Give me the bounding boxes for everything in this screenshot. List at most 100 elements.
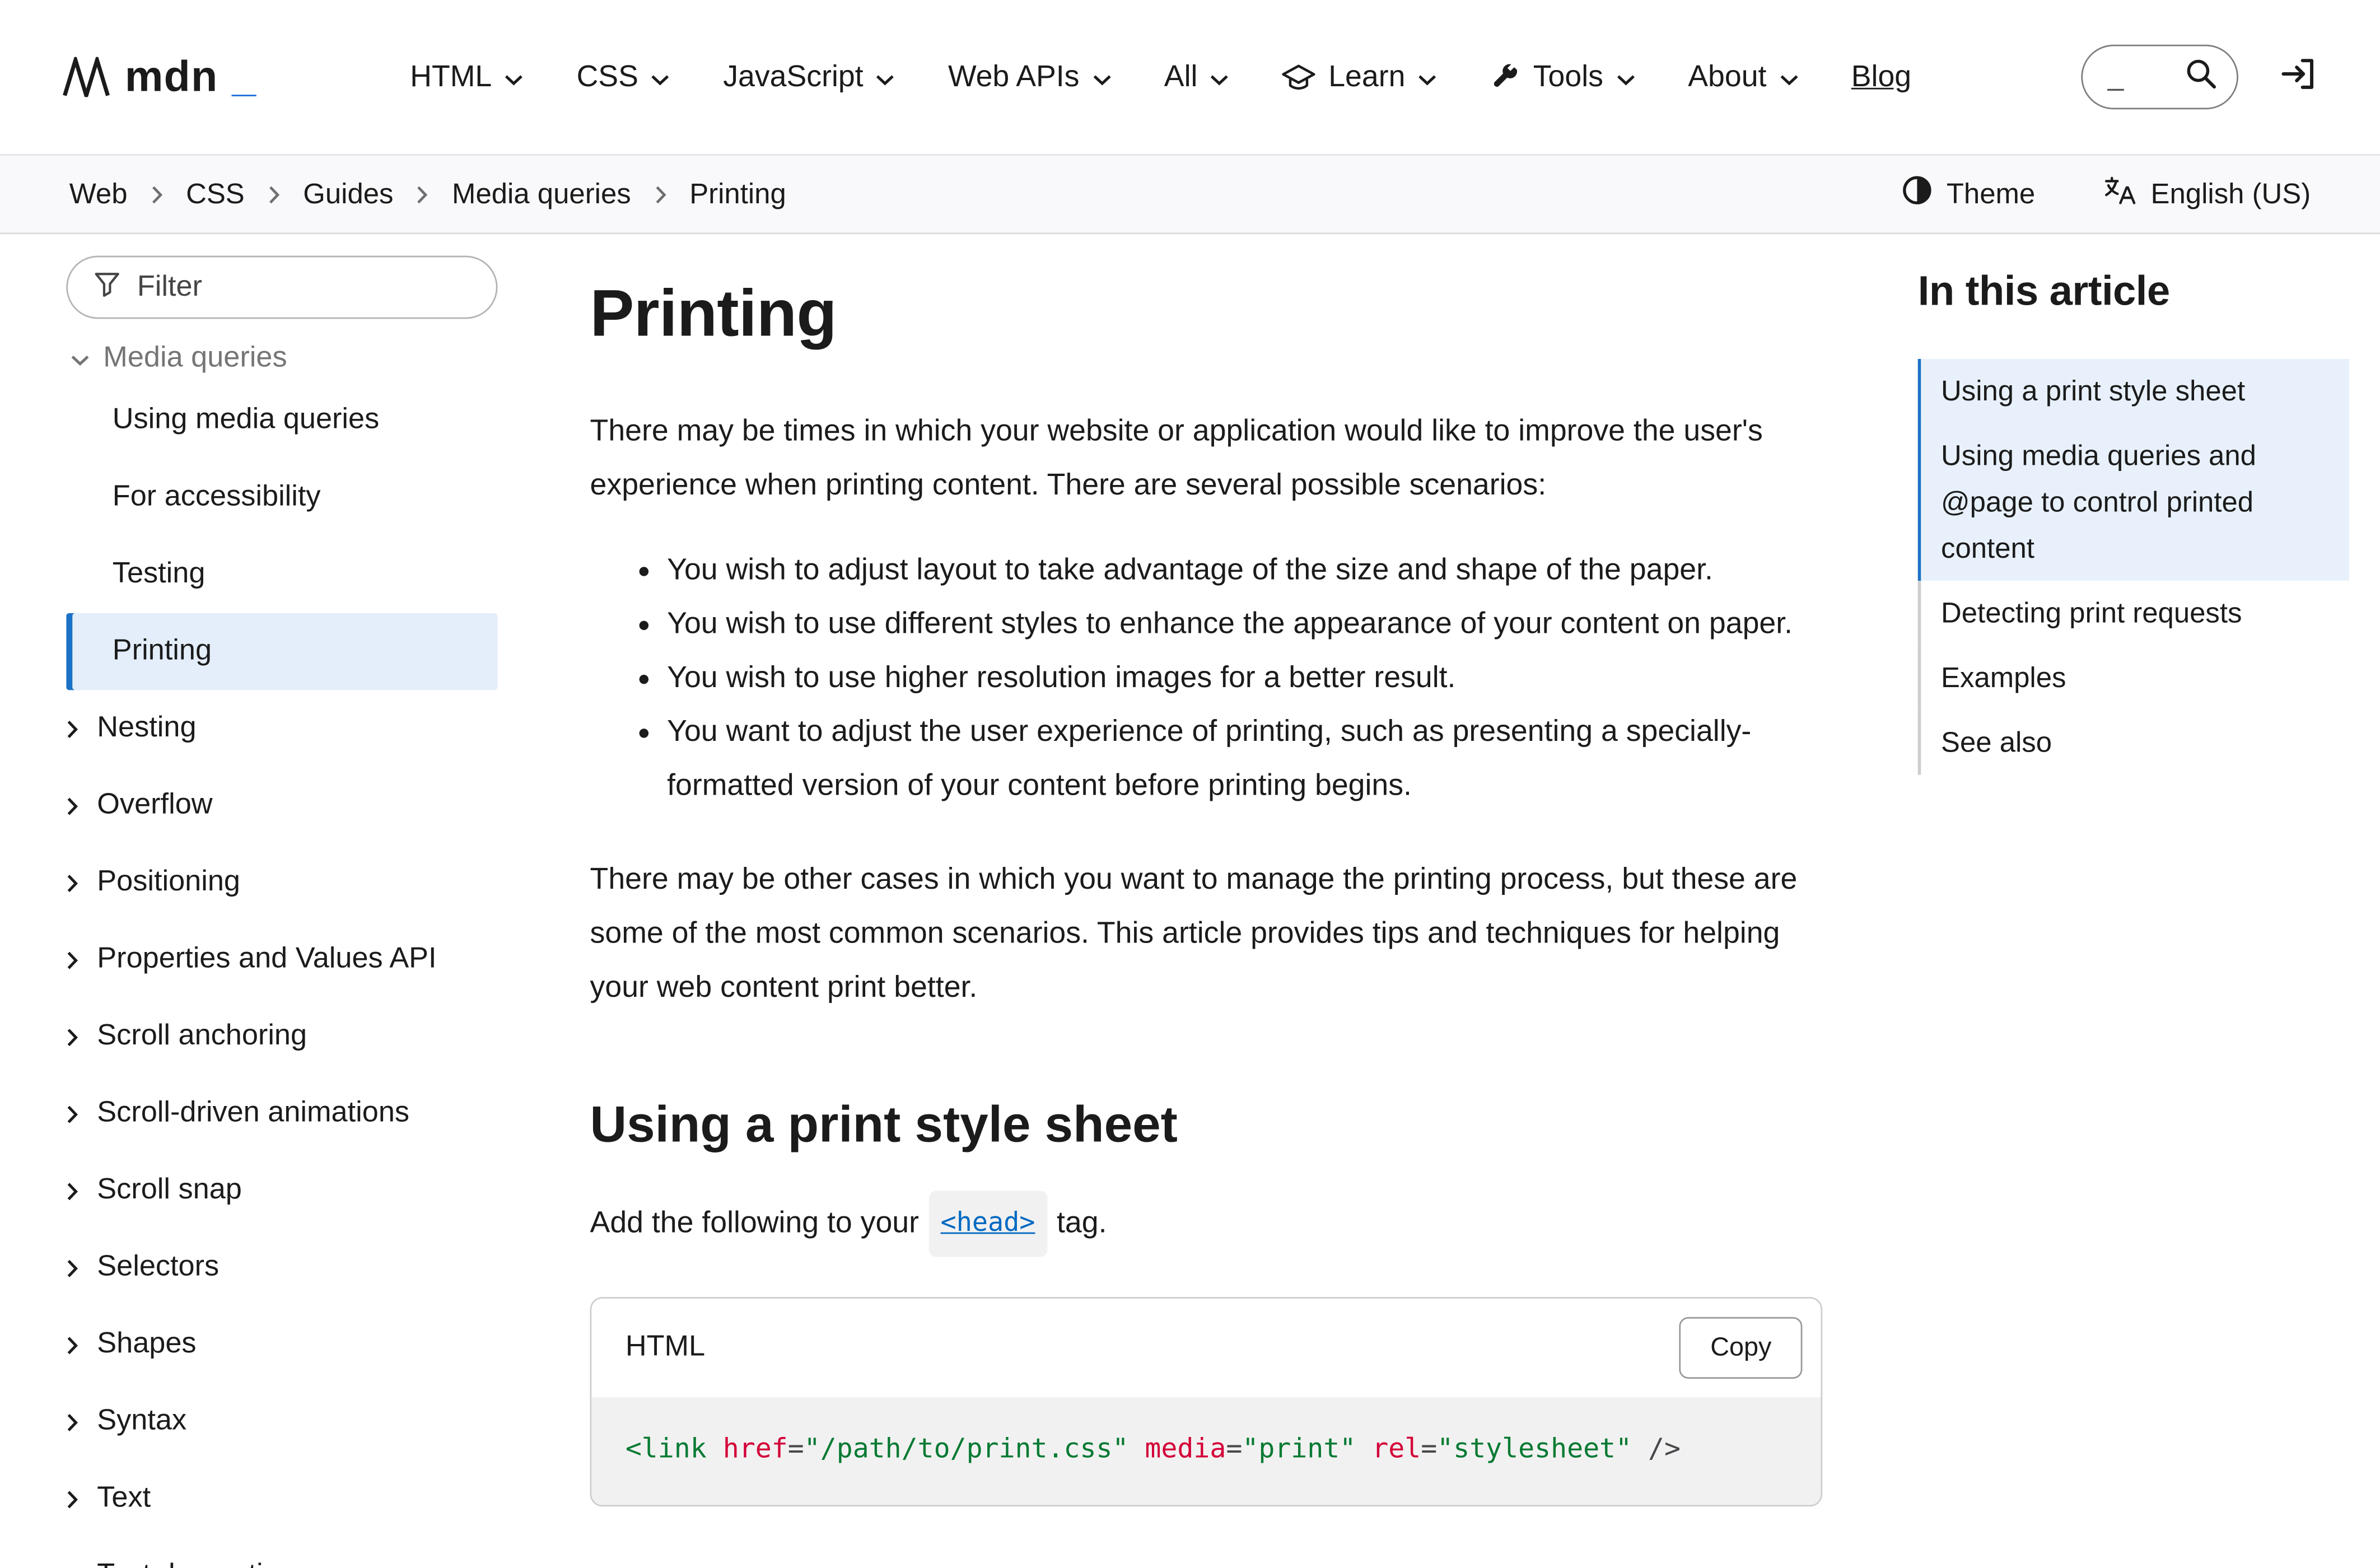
filter-input[interactable] bbox=[137, 270, 472, 305]
sidebar-section-label: Positioning bbox=[97, 866, 240, 900]
mdn-logo-mark bbox=[62, 57, 114, 97]
primary-nav: HTML CSS JavaScript Web APIs All Learn T… bbox=[410, 53, 1911, 101]
sidebar-section[interactable]: Nesting bbox=[66, 690, 497, 767]
nav-about[interactable]: About bbox=[1688, 53, 1799, 101]
graduation-cap-icon bbox=[1282, 62, 1317, 91]
sidebar-section-media-queries[interactable]: Media queries bbox=[66, 342, 497, 376]
sidebar-section[interactable]: Shapes bbox=[66, 1306, 497, 1384]
sidebar-section[interactable]: Positioning bbox=[66, 844, 497, 921]
breadcrumb-actions: Theme English (US) bbox=[1900, 173, 2311, 214]
sidebar-item[interactable]: Testing bbox=[66, 536, 497, 613]
chevron-right-icon bbox=[66, 1489, 78, 1509]
code-token: href bbox=[723, 1434, 788, 1465]
nav-javascript[interactable]: JavaScript bbox=[723, 53, 895, 101]
sidebar-section-label: Text decoration bbox=[97, 1559, 295, 1568]
sidebar-section[interactable]: Scroll anchoring bbox=[66, 998, 497, 1076]
code-token: "/path/to/print.css" bbox=[804, 1434, 1129, 1465]
search-icon bbox=[2185, 56, 2219, 97]
scenario-list: You wish to adjust layout to take advant… bbox=[590, 544, 1823, 813]
breadcrumb-item[interactable]: Web bbox=[69, 177, 128, 211]
chevron-right-icon bbox=[66, 1566, 78, 1568]
sidebar-section[interactable]: Text decoration bbox=[66, 1537, 497, 1568]
code-token: "print" bbox=[1242, 1434, 1356, 1465]
sidebar-section-label: Scroll snap bbox=[97, 1174, 242, 1208]
sidebar-sections: Nesting Overflow Positioning Pro bbox=[66, 690, 497, 1568]
nav-css[interactable]: CSS bbox=[577, 53, 671, 101]
toc-list: Using a print style sheetUsing media que… bbox=[1918, 359, 2349, 775]
search-button[interactable] bbox=[2185, 56, 2219, 97]
nav-learn[interactable]: Learn bbox=[1282, 53, 1438, 101]
head-sentence: Add the following to your <head> tag. bbox=[590, 1191, 1823, 1257]
mdn-logo[interactable]: mdn_ bbox=[62, 53, 256, 102]
search-input[interactable] bbox=[2107, 60, 2175, 94]
sidebar-section[interactable]: Properties and Values API bbox=[66, 921, 497, 998]
code-token: rel bbox=[1372, 1434, 1421, 1465]
code-token bbox=[1128, 1434, 1145, 1465]
nav-all[interactable]: All bbox=[1164, 53, 1230, 101]
toc-item[interactable]: Examples bbox=[1918, 646, 2349, 711]
chevron-right-icon bbox=[66, 950, 78, 970]
sidebar: Media queries Using media queries For ac… bbox=[0, 234, 531, 1568]
section-heading: Using a print style sheet bbox=[590, 1095, 1823, 1154]
search-box[interactable] bbox=[2081, 45, 2238, 110]
article: Printing There may be times in which you… bbox=[590, 234, 1823, 1506]
breadcrumb-item[interactable]: CSS bbox=[151, 177, 245, 211]
nav-tools[interactable]: Tools bbox=[1490, 53, 1636, 101]
chevron-right-icon bbox=[268, 184, 280, 204]
code-token bbox=[707, 1434, 723, 1465]
toc-item[interactable]: See also bbox=[1918, 710, 2349, 775]
nav-blog[interactable]: Blog bbox=[1851, 53, 1911, 101]
code-token bbox=[1356, 1434, 1372, 1465]
language-selector[interactable]: English (US) bbox=[2103, 173, 2311, 214]
page-body: Media queries Using media queries For ac… bbox=[0, 234, 2380, 1568]
chevron-right-icon bbox=[66, 1026, 78, 1047]
scenario-item: You wish to use different styles to enha… bbox=[667, 598, 1822, 651]
wrench-icon bbox=[1490, 62, 1521, 92]
toc-item[interactable]: Using media queries and @page to control… bbox=[1918, 423, 2349, 581]
nav-web-apis[interactable]: Web APIs bbox=[948, 53, 1112, 101]
sidebar-item[interactable]: Printing bbox=[66, 613, 497, 690]
mdn-logo-text: mdn bbox=[125, 53, 218, 102]
scenario-item: You want to adjust the user experience o… bbox=[667, 706, 1822, 814]
sidebar-section[interactable]: Scroll-driven animations bbox=[66, 1075, 497, 1152]
breadcrumb-item[interactable]: Guides bbox=[268, 177, 394, 211]
nav-html[interactable]: HTML bbox=[410, 53, 524, 101]
copy-button[interactable]: Copy bbox=[1679, 1317, 1802, 1379]
chevron-right-icon bbox=[151, 184, 163, 204]
sidebar-section-label: Media queries bbox=[103, 342, 287, 376]
sidebar-section[interactable]: Selectors bbox=[66, 1229, 497, 1306]
theme-toggle[interactable]: Theme bbox=[1900, 174, 2035, 214]
filter-icon bbox=[92, 269, 122, 306]
breadcrumb-bar: Web CSS Guides Media queries bbox=[0, 154, 2380, 234]
chevron-down-icon bbox=[71, 342, 90, 376]
sidebar-section-label: Scroll anchoring bbox=[97, 1020, 307, 1054]
code-token: = bbox=[788, 1434, 804, 1465]
sidebar-section[interactable]: Overflow bbox=[66, 767, 497, 844]
sidebar-item[interactable]: For accessibility bbox=[66, 459, 497, 536]
breadcrumb-item[interactable]: Media queries bbox=[417, 177, 631, 211]
chevron-right-icon bbox=[417, 184, 429, 204]
sidebar-section[interactable]: Scroll snap bbox=[66, 1152, 497, 1230]
sidebar-item[interactable]: Using media queries bbox=[66, 382, 497, 459]
chevron-right-icon bbox=[66, 1104, 78, 1124]
second-paragraph: There may be other cases in which you wa… bbox=[590, 853, 1823, 1015]
code-example: HTML Copy <link href="/path/to/print.css… bbox=[590, 1297, 1823, 1506]
sidebar-section[interactable]: Text bbox=[66, 1460, 497, 1538]
breadcrumb-item[interactable]: Printing bbox=[654, 177, 786, 211]
sidebar-section[interactable]: Syntax bbox=[66, 1383, 497, 1460]
code-token: <link bbox=[626, 1434, 707, 1465]
chevron-down-icon bbox=[651, 73, 671, 86]
code-example-body: <link href="/path/to/print.css" media="p… bbox=[591, 1397, 1821, 1505]
chevron-down-icon bbox=[876, 73, 896, 86]
login-button[interactable] bbox=[2278, 53, 2318, 101]
toc-item[interactable]: Detecting print requests bbox=[1918, 581, 2349, 646]
toc-item[interactable]: Using a print style sheet bbox=[1918, 359, 2349, 424]
sidebar-section-label: Text bbox=[97, 1482, 151, 1516]
head-tag-link[interactable]: <head> bbox=[928, 1191, 1048, 1257]
breadcrumb: Web CSS Guides Media queries bbox=[69, 177, 786, 211]
in-this-article: In this article Using a print style shee… bbox=[1918, 234, 2349, 775]
chevron-down-icon bbox=[504, 73, 524, 86]
translate-icon bbox=[2103, 173, 2137, 214]
sidebar-filter[interactable] bbox=[66, 256, 497, 319]
sidebar-section-label: Scroll-driven animations bbox=[97, 1097, 409, 1131]
